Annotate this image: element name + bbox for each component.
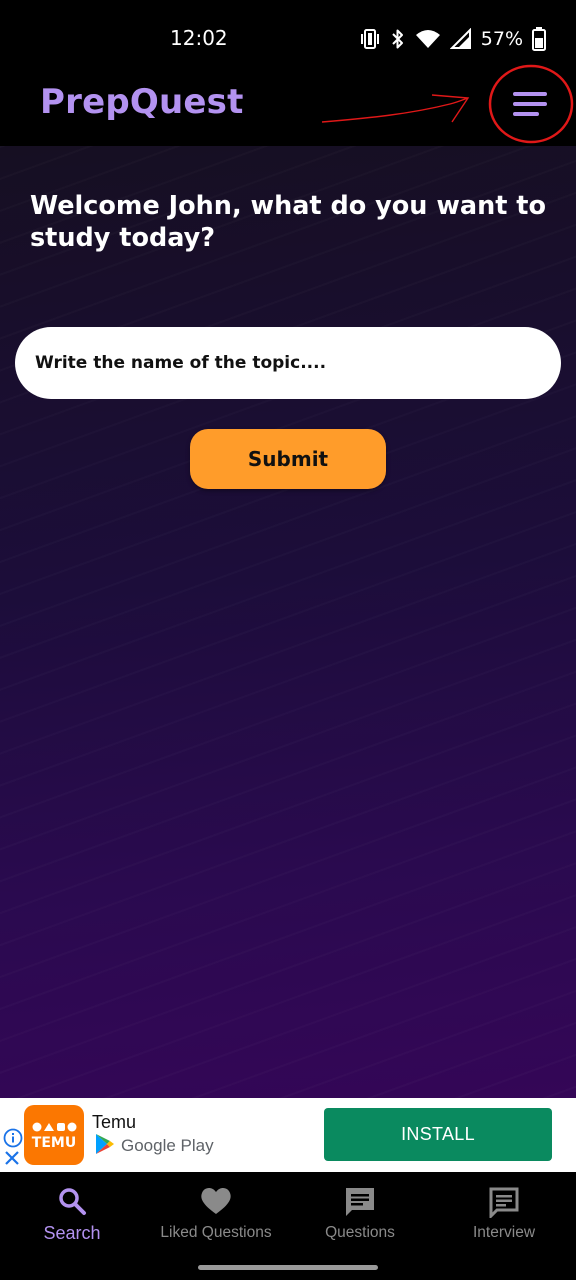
nav-item-liked-questions[interactable]: Liked Questions (144, 1172, 288, 1258)
topic-input[interactable] (15, 327, 561, 399)
nav-label-interview: Interview (472, 1224, 536, 1241)
google-play-icon (95, 1133, 115, 1160)
temu-logo-text: TEMU (31, 1135, 77, 1151)
app-bar: PrepQuest (0, 62, 576, 146)
message-icon (488, 1186, 520, 1223)
app-screen: 12:02 57% PrepQuest Welcome John, what d… (0, 0, 576, 1280)
app-title: PrepQuest (40, 82, 244, 122)
install-button[interactable]: INSTALL (324, 1108, 552, 1161)
vibrate-icon (359, 28, 381, 50)
ad-store: Google Play (95, 1133, 214, 1160)
search-icon (57, 1186, 87, 1221)
home-indicator[interactable] (198, 1265, 378, 1270)
chat-icon (344, 1186, 376, 1223)
wifi-icon (415, 28, 441, 50)
menu-line (513, 112, 539, 116)
ad-app-name[interactable]: Temu (92, 1112, 136, 1133)
nav-label-questions: Questions (325, 1224, 395, 1241)
battery-percent: 57% (480, 28, 523, 50)
status-icons: 57% (359, 24, 546, 54)
ad-store-name: Google Play (121, 1136, 214, 1155)
temu-logo-glyphs (32, 1122, 77, 1132)
submit-button[interactable]: Submit (190, 429, 386, 489)
nav-item-interview[interactable]: Interview (432, 1172, 576, 1258)
ad-banner[interactable]: TEMU Temu Google Play INSTALL (0, 1098, 576, 1172)
ad-close-icon[interactable] (4, 1150, 20, 1171)
bottom-nav: Search Liked Questions Questions Intervi… (0, 1172, 576, 1280)
nav-item-search[interactable]: Search (0, 1172, 144, 1258)
welcome-heading: Welcome John, what do you want to study … (30, 191, 547, 253)
cellular-icon (449, 28, 472, 50)
heart-icon (200, 1186, 232, 1221)
menu-line (513, 102, 547, 106)
nav-item-questions[interactable]: Questions (288, 1172, 432, 1258)
nav-label-search: Search (43, 1223, 101, 1243)
menu-line (513, 92, 547, 96)
hamburger-menu-icon[interactable] (506, 84, 554, 124)
battery-icon (532, 27, 546, 51)
bluetooth-icon (390, 28, 406, 50)
temu-logo[interactable]: TEMU (24, 1105, 84, 1165)
nav-label-liked-questions: Liked Questions (160, 1224, 272, 1241)
main-content: Welcome John, what do you want to study … (0, 146, 576, 1098)
status-time: 12:02 (170, 26, 228, 50)
